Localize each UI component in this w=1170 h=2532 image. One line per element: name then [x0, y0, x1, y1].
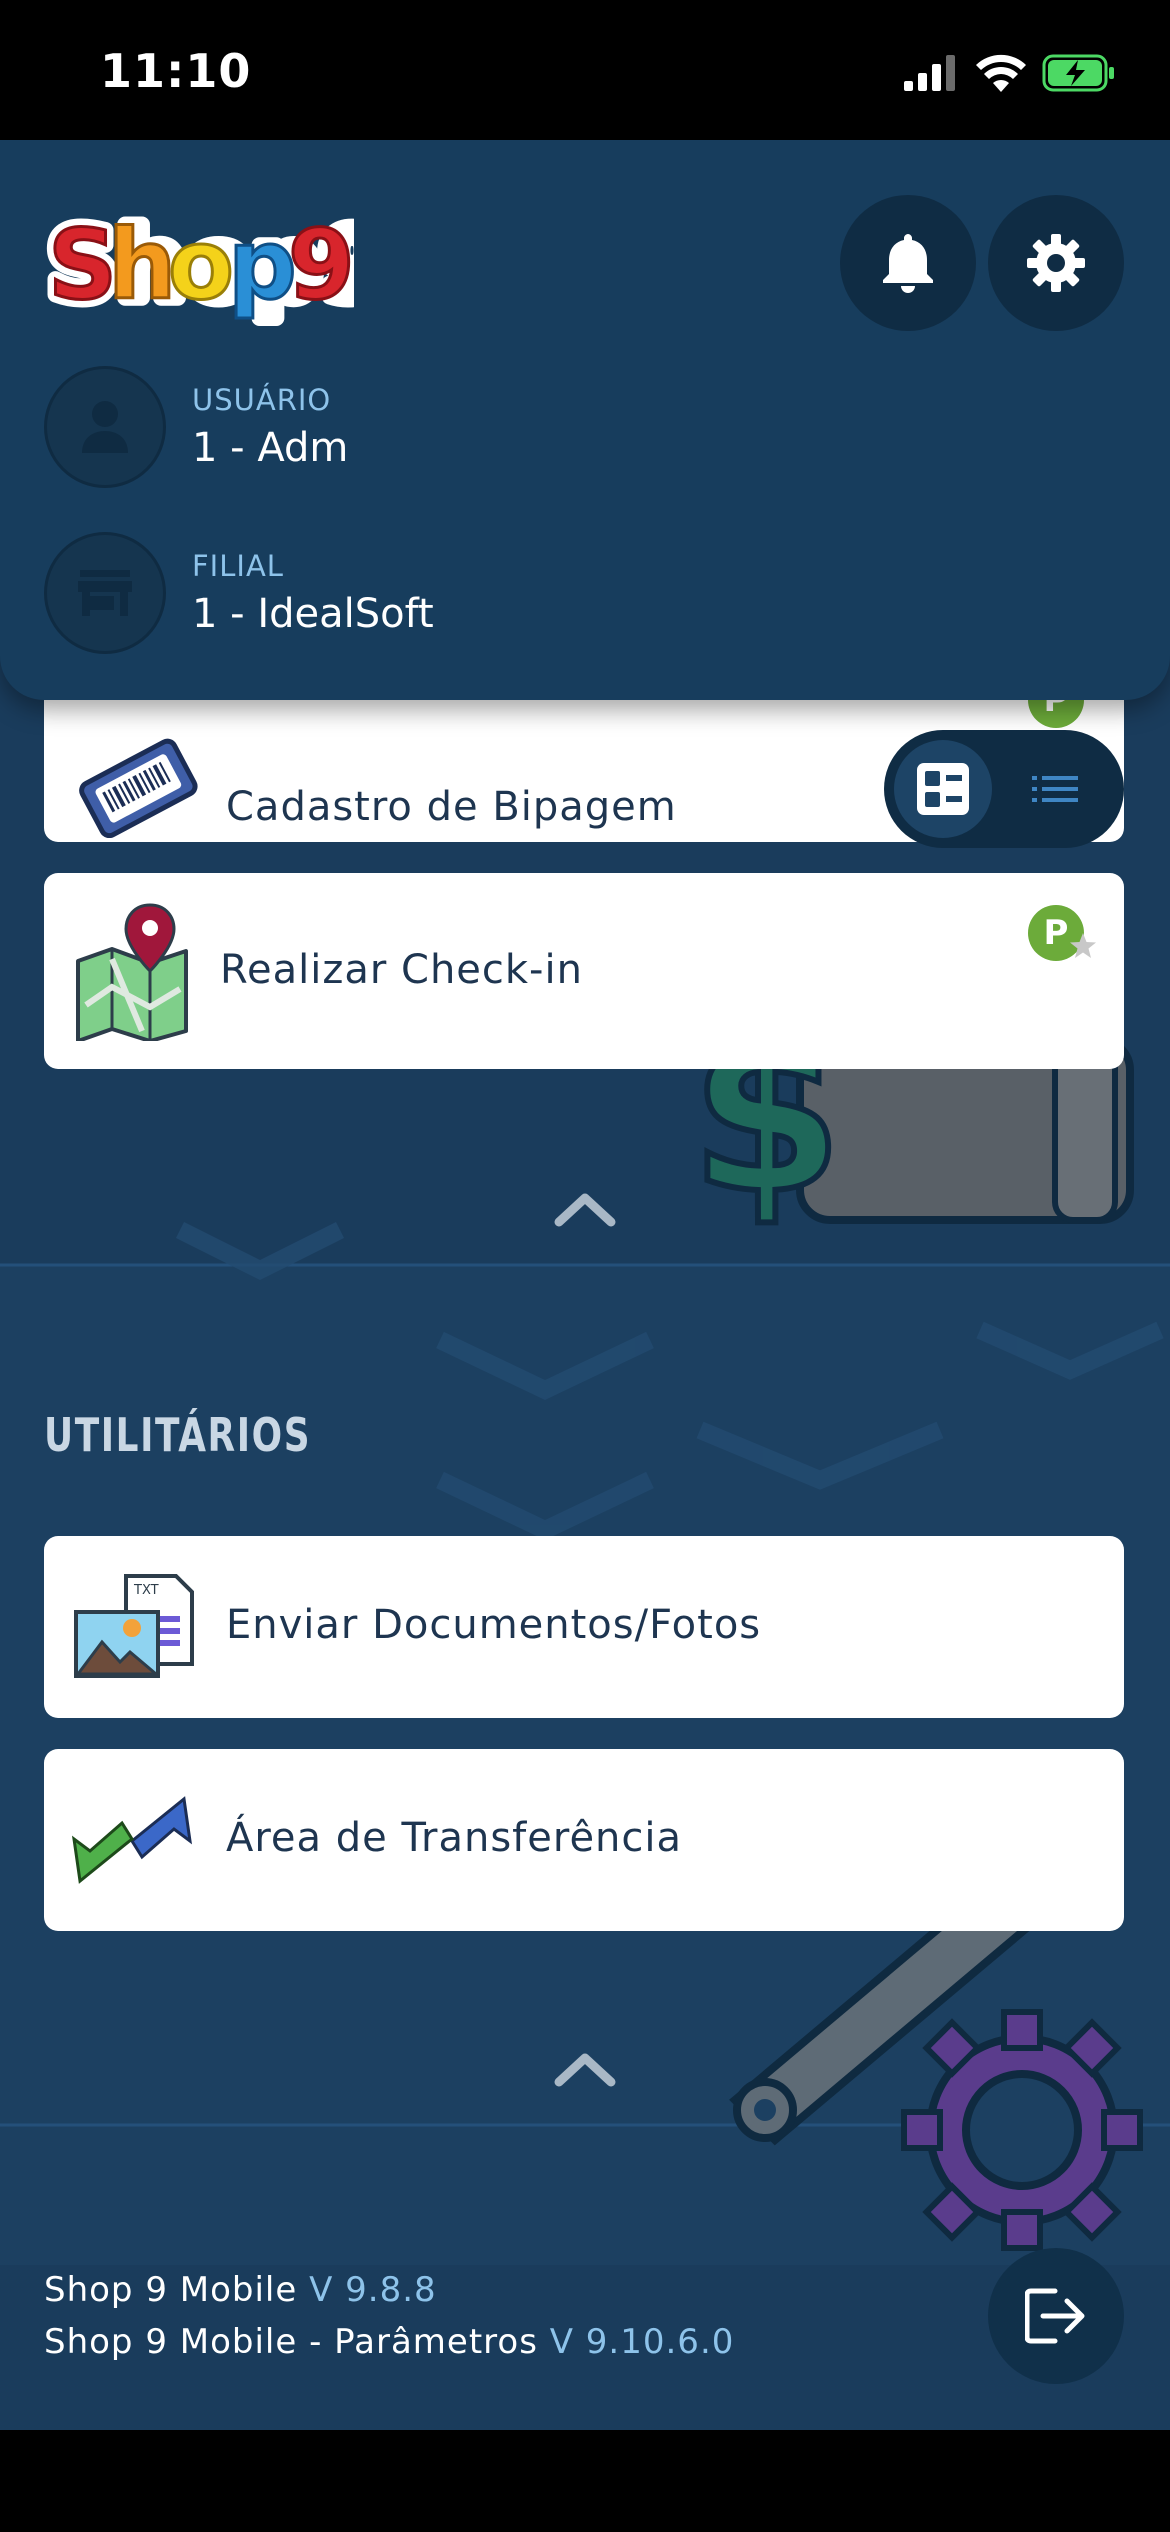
settings-button[interactable] — [988, 195, 1124, 331]
user-label: USUÁRIO — [192, 383, 332, 417]
bottom-bar — [0, 2430, 1170, 2532]
section-title-utilitarios: UTILITÁRIOS — [44, 1408, 312, 1462]
svg-text:9: 9 — [288, 209, 354, 321]
params-version-line: Shop 9 Mobile - Parâmetros V 9.10.6.0 — [44, 2322, 734, 2362]
app-name: Shop 9 Mobile — [44, 2270, 298, 2310]
svg-text:S: S — [48, 209, 117, 321]
card-label: Realizar Check-in — [220, 947, 583, 993]
user-info: USUÁRIO 1 - Adm — [44, 366, 348, 488]
list-view-icon — [1032, 776, 1078, 802]
header-panel: Shop9 S h o p 9 USUÁRIO 1 - Adm FILIAL 1… — [0, 140, 1170, 700]
branch-info: FILIAL 1 - IdealSoft — [44, 532, 434, 654]
svg-text:p: p — [228, 209, 297, 321]
status-bar: 11:10 — [0, 0, 1170, 140]
branch-value: 1 - IdealSoft — [192, 591, 434, 637]
card-enviar-documentos[interactable]: TXT Enviar Documentos/Fotos — [44, 1536, 1124, 1718]
svg-text:TXT: TXT — [133, 1583, 159, 1598]
view-mode-toggle[interactable] — [884, 730, 1124, 848]
app-version-line: Shop 9 Mobile V 9.8.8 — [44, 2270, 437, 2310]
cellular-signal-icon — [904, 55, 955, 91]
user-value: 1 - Adm — [192, 425, 349, 471]
collapse-section-chevron-icon[interactable] — [553, 2048, 617, 2088]
gear-icon — [1027, 234, 1085, 292]
person-icon — [82, 401, 128, 453]
branch-label: FILIAL — [192, 549, 284, 583]
status-icons — [904, 48, 1116, 98]
list-view-button[interactable] — [1024, 758, 1086, 820]
branch-avatar — [44, 532, 166, 654]
status-time: 11:10 — [100, 44, 252, 98]
app-version: V 9.8.8 — [309, 2270, 437, 2310]
battery-charging-icon — [1042, 54, 1114, 92]
svg-text:h: h — [108, 209, 176, 321]
documents-photos-icon: TXT — [72, 1572, 196, 1686]
barcode-ticket-icon — [72, 738, 202, 842]
grid-view-icon — [917, 763, 969, 815]
star-icon — [1070, 933, 1096, 958]
shop9-logo: Shop9 S h o p 9 — [44, 201, 354, 329]
card-realizar-checkin[interactable]: Realizar Check-in P — [44, 873, 1124, 1069]
params-name: Shop 9 Mobile - Parâmetros — [44, 2322, 538, 2362]
transfer-arrows-icon — [72, 1795, 192, 1889]
svg-text:o: o — [168, 209, 234, 321]
grid-view-button[interactable] — [894, 740, 992, 838]
app-screen: $ Shop9 S h o p 9 USUÁRIO 1 - Adm FILIAL… — [0, 140, 1170, 2430]
collapse-section-chevron-icon[interactable] — [553, 1188, 617, 1228]
card-label: Enviar Documentos/Fotos — [226, 1602, 762, 1648]
wifi-icon — [976, 54, 1026, 92]
params-version: V 9.10.6.0 — [549, 2322, 735, 2362]
logout-icon — [1025, 2288, 1085, 2344]
map-pin-icon — [72, 901, 192, 1045]
logout-button[interactable] — [988, 2248, 1124, 2384]
user-avatar — [44, 366, 166, 488]
notifications-button[interactable] — [840, 195, 976, 331]
card-label: Área de Transferência — [226, 1815, 683, 1861]
card-area-transferencia[interactable]: Área de Transferência — [44, 1749, 1124, 1931]
card-label: Cadastro de Bipagem — [226, 784, 677, 830]
bell-icon — [883, 234, 933, 293]
store-icon — [78, 570, 132, 616]
